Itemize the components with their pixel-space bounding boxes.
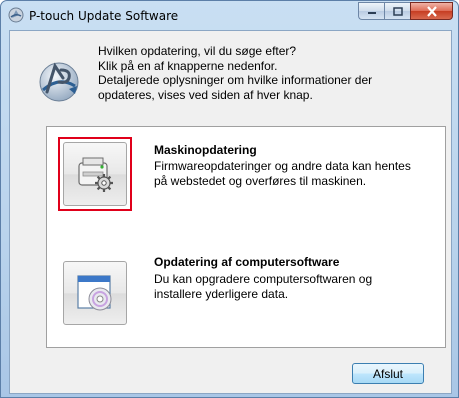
software-update-icon xyxy=(77,275,112,311)
option-title: Maskinopdatering xyxy=(154,143,257,157)
description-line: installere yderligere data. xyxy=(154,287,289,301)
close-icon xyxy=(426,5,437,17)
description-line: Du kan opgradere computersoftwaren og xyxy=(154,272,373,286)
option-machine-update: Maskinopdatering Firmwareopdateringer og… xyxy=(47,127,445,237)
option-title: Opdatering af computersoftware xyxy=(154,255,340,269)
instruction-line: opdateres, vises ved siden af hver knap. xyxy=(98,87,313,102)
ptouch-app-icon xyxy=(8,7,24,23)
description-line: på webstedet og overføres til maskinen. xyxy=(154,174,367,188)
close-window-button[interactable] xyxy=(410,2,453,20)
caption-buttons xyxy=(358,2,453,21)
minimize-icon xyxy=(367,12,376,14)
window-title: P-touch Update Software xyxy=(29,9,179,23)
instruction-line: Hvilken opdatering, vil du søge efter? xyxy=(98,44,297,58)
option-description: Firmwareopdateringer og andre data kan h… xyxy=(154,159,444,189)
update-globe-icon xyxy=(35,56,83,104)
maximize-button[interactable] xyxy=(384,2,410,20)
option-description: Du kan opgradere computersoftwaren og in… xyxy=(154,272,444,302)
instruction-line: Klik på en af knapperne nedenfor. xyxy=(98,58,278,73)
exit-button[interactable]: Afslut xyxy=(352,363,424,384)
instructions-text: Hvilken opdatering, vil du søge efter? K… xyxy=(98,44,438,102)
machine-update-icon xyxy=(78,157,113,192)
description-line: Firmwareopdateringer og andre data kan h… xyxy=(154,159,411,173)
instruction-line: Detaljerede oplysninger om hvilke inform… xyxy=(98,73,373,88)
maximize-icon xyxy=(392,6,403,16)
update-options-panel: Maskinopdatering Firmwareopdateringer og… xyxy=(46,126,446,348)
software-update-button[interactable] xyxy=(63,261,127,325)
app-window: P-touch Update Software Hvilken opdateri… xyxy=(0,0,459,398)
option-software-update: Opdatering af computersoftware Du kan op… xyxy=(47,237,445,347)
title-bar[interactable]: P-touch Update Software xyxy=(1,1,458,29)
machine-update-button[interactable] xyxy=(63,142,127,206)
dialog-client-area: Hvilken opdatering, vil du søge efter? K… xyxy=(9,30,452,394)
minimize-button[interactable] xyxy=(358,2,384,20)
